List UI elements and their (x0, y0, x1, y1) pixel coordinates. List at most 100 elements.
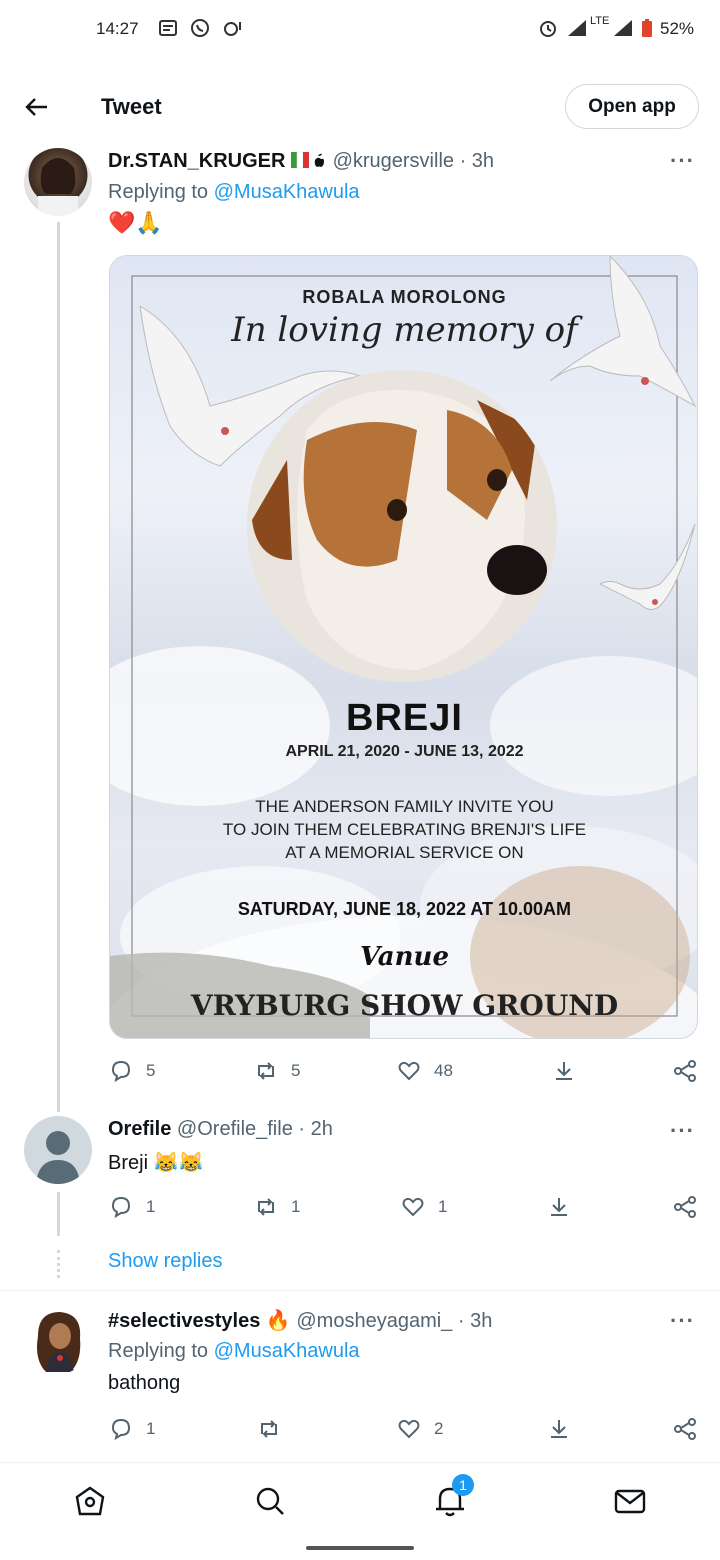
dove-image-small (600, 524, 696, 610)
retweet-button[interactable]: 5 (253, 1056, 300, 1086)
alarm-icon (540, 21, 556, 37)
reply-icon (112, 1196, 131, 1219)
thread-line (57, 1192, 60, 1236)
download-icon (556, 1062, 572, 1080)
retweet-icon (258, 1198, 274, 1216)
search-icon (256, 1487, 284, 1515)
dog-image (247, 370, 557, 682)
replying-to-link[interactable]: @MusaKhawula (214, 181, 360, 203)
share-icon (674, 1418, 696, 1440)
share-button[interactable] (672, 1414, 698, 1444)
replying-to: Replying to @MusaKhawula (108, 181, 360, 204)
venue-label: Vanue (360, 942, 449, 972)
default-avatar-icon (36, 1131, 80, 1184)
top-bar: Tweet Open app (0, 60, 720, 140)
author-name[interactable]: Orefile (108, 1118, 171, 1140)
pet-dates: APRIL 21, 2020 - JUNE 13, 2022 (285, 743, 524, 760)
signal-icon (568, 20, 586, 36)
reply-actions: 1 2 (108, 1414, 703, 1444)
reply-icon (112, 1060, 131, 1083)
author-handle[interactable]: @mosheyagami_ (296, 1310, 452, 1332)
like-button[interactable]: 2 (396, 1414, 443, 1444)
nav-home[interactable] (72, 1483, 112, 1523)
reply-actions: 1 1 1 (108, 1192, 703, 1222)
like-button[interactable]: 1 (400, 1192, 447, 1222)
retweet-icon (261, 1420, 277, 1438)
notification-badge: 1 (452, 1474, 474, 1496)
more-options-icon[interactable]: ··· (670, 1118, 695, 1144)
share-button[interactable] (672, 1192, 698, 1222)
like-button[interactable]: 48 (396, 1056, 453, 1086)
download-button[interactable] (546, 1414, 572, 1444)
heart-icon (402, 1197, 424, 1217)
chat-alert-icon (224, 22, 241, 36)
avatar[interactable] (24, 1116, 92, 1184)
reply-count: 1 (146, 1419, 156, 1438)
author-name[interactable]: Dr.STAN_KRUGER (108, 150, 285, 172)
gesture-bar[interactable] (306, 1546, 414, 1550)
thread-dots (57, 1250, 60, 1278)
venue-name: VRYBURG SHOW GROUND (190, 989, 619, 1022)
retweet-button[interactable] (256, 1414, 282, 1444)
reply-text: bathong (108, 1372, 181, 1394)
reply-author-line: Orefile @Orefile_file · 2h (108, 1118, 333, 1141)
more-options-icon[interactable]: ··· (670, 148, 695, 174)
tweet-actions: 5 5 48 (108, 1056, 703, 1086)
invite-line-3: AT A MEMORIAL SERVICE ON (285, 843, 524, 862)
heart-icon (398, 1419, 420, 1439)
battery-level: 52% (660, 19, 695, 38)
download-button[interactable] (546, 1192, 572, 1222)
author-handle[interactable]: @Orefile_file (177, 1118, 293, 1140)
reply-button[interactable]: 5 (108, 1056, 155, 1086)
back-button[interactable] (22, 92, 52, 122)
download-button[interactable] (551, 1056, 577, 1086)
tweet-author-line: Dr.STAN_KRUGER @krugersville · 3h (108, 150, 494, 173)
avatar-image (38, 158, 78, 216)
page-title: Tweet (101, 94, 162, 119)
arrow-left-icon (25, 98, 47, 116)
status-time: 14:27 (96, 19, 139, 38)
nav-messages[interactable] (612, 1483, 652, 1523)
whatsapp-icon (191, 19, 209, 37)
like-count: 2 (434, 1419, 444, 1438)
tweet-time: · 3h (457, 1310, 493, 1332)
message-icon (159, 20, 177, 36)
replying-prefix: Replying to (108, 181, 209, 203)
invite-line-1: THE ANDERSON FAMILY INVITE YOU (255, 797, 554, 816)
reply-button[interactable]: 1 (108, 1192, 155, 1222)
retweet-icon (258, 1062, 274, 1080)
nav-search[interactable] (252, 1483, 292, 1523)
tweet-text: ❤️🙏 (108, 210, 163, 235)
author-name[interactable]: #selectivestyles 🔥 (108, 1310, 291, 1332)
more-options-icon[interactable]: ··· (670, 1308, 695, 1334)
download-icon (551, 1420, 567, 1438)
italy-flag-icon (291, 151, 324, 169)
share-icon (674, 1060, 696, 1082)
invite-line-2: TO JOIN THEM CELEBRATING BRENJI'S LIFE (222, 820, 587, 839)
dog-portrait (247, 370, 557, 682)
divider (0, 1290, 720, 1291)
reply-button[interactable]: 1 (108, 1414, 155, 1444)
mail-icon (614, 1489, 646, 1514)
tweet-image[interactable]: ROBALA MOROLONG In loving memory of BREJ… (109, 255, 698, 1039)
show-replies-link[interactable]: Show replies (108, 1250, 223, 1273)
reply-count: 5 (146, 1061, 156, 1080)
download-icon (551, 1198, 567, 1216)
replying-prefix: Replying to (108, 1340, 209, 1362)
open-app-button[interactable]: Open app (565, 84, 699, 129)
retweet-button[interactable]: 1 (253, 1192, 300, 1222)
author-handle[interactable]: @krugersville (333, 150, 454, 172)
avatar[interactable] (24, 148, 92, 216)
pet-name: BREJI (346, 697, 463, 739)
retweet-count: 1 (291, 1197, 301, 1216)
tweet-time: · 2h (298, 1118, 333, 1140)
status-bar: 14:27 LTE 52% (0, 0, 720, 60)
reply-author-line: #selectivestyles 🔥 @mosheyagami_ · 3h (108, 1308, 492, 1333)
memorial-date-time: SATURDAY, JUNE 18, 2022 AT 10.00AM (237, 899, 572, 919)
signal-icon-2 (614, 20, 632, 36)
home-icon (75, 1486, 105, 1516)
reply-icon (112, 1418, 131, 1441)
share-button[interactable] (672, 1056, 698, 1086)
avatar[interactable] (24, 1306, 92, 1374)
replying-to-link[interactable]: @MusaKhawula (214, 1340, 360, 1362)
